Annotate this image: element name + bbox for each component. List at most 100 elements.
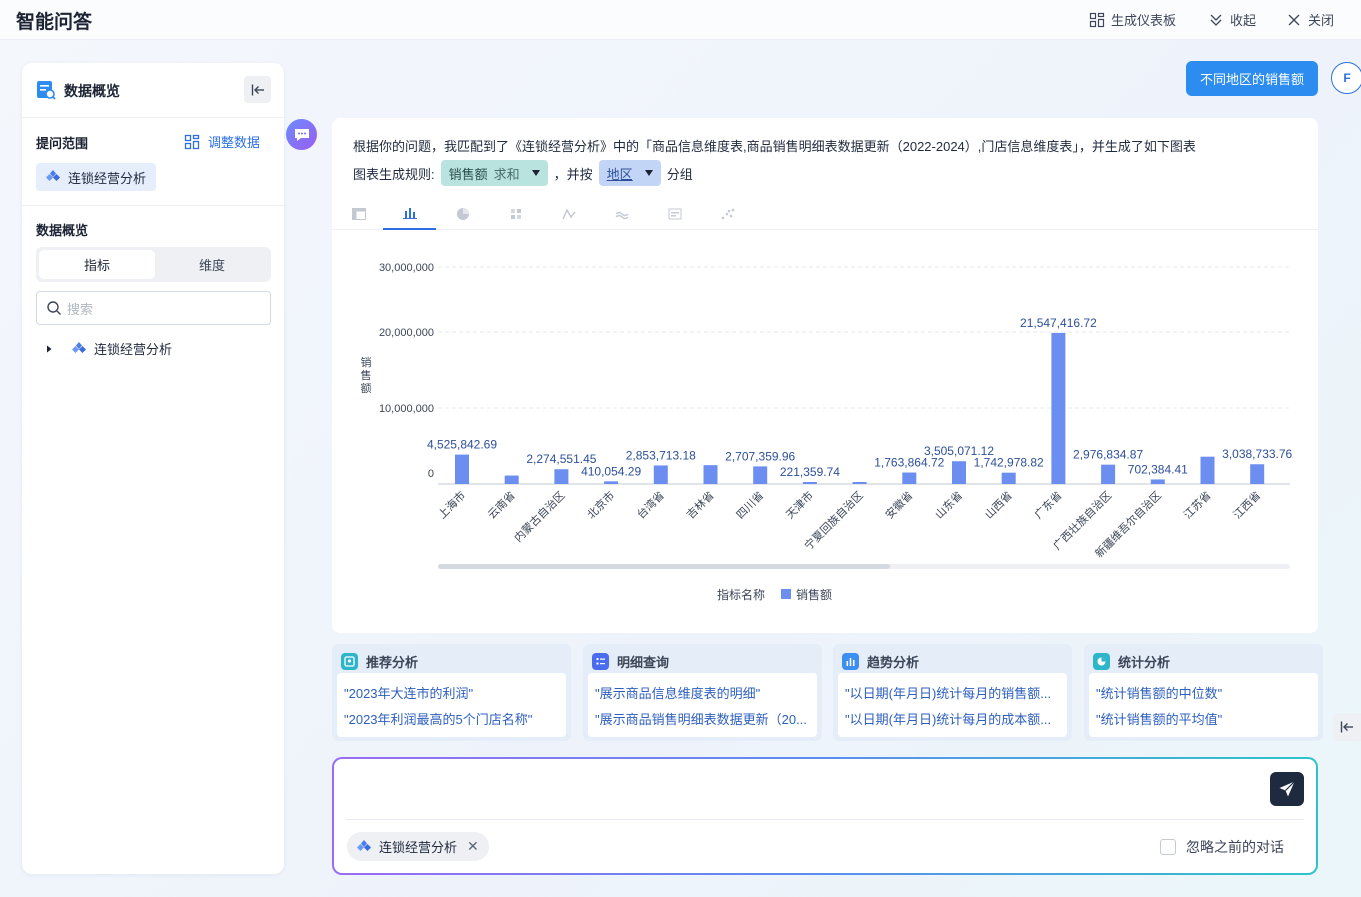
collapse-panel-button[interactable] [244, 76, 271, 103]
chart-tab-heatmap[interactable] [489, 198, 542, 230]
x-tick-label: 北京市 [584, 488, 617, 521]
x-tick-label: 江苏省 [1181, 489, 1214, 522]
data-label: 2,976,834.87 [1073, 448, 1143, 462]
x-tick-label: 内蒙古自治区 [511, 488, 568, 545]
x-tick-label: 吉林省 [683, 488, 716, 521]
y-axis-label: 售 [361, 368, 372, 382]
suggestion-item[interactable]: "以日期(年月日)统计每月的成本额... [845, 709, 1063, 728]
x-tick-label: 安徽省 [882, 488, 915, 521]
chart-tab-pie[interactable] [436, 198, 489, 230]
collapse-label: 收起 [1230, 13, 1257, 28]
suggestion-item[interactable]: "2023年利润最高的5个门店名称" [344, 709, 562, 728]
bar [802, 482, 817, 484]
bar [1001, 472, 1016, 484]
data-label: 1,742,978.82 [974, 456, 1044, 470]
adjust-data-label: 调整数据 [208, 135, 261, 150]
data-label: 3,038,733.76 [1222, 447, 1292, 461]
bar [504, 475, 519, 484]
panel-title: 数据概览 [64, 83, 120, 99]
bar [1150, 479, 1165, 484]
chart-tab-area[interactable] [595, 198, 648, 230]
app-title: 智能问答 [16, 12, 93, 33]
detail-icon [592, 653, 609, 670]
close-icon[interactable]: ✕ [467, 838, 479, 855]
data-label: 410,054.29 [581, 464, 641, 478]
ignore-history-checkbox[interactable] [1160, 839, 1176, 855]
dashboard-icon [1089, 12, 1105, 27]
chart-rule-row: 图表生成规则: 销售额 求和 ，并按 地区 分组 [353, 160, 693, 186]
search-input[interactable] [67, 298, 262, 320]
chat-input[interactable] [348, 771, 1248, 811]
suggestion-item[interactable]: "统计销售额的中位数" [1096, 683, 1314, 702]
suggestion-header: 趋势分析 [842, 652, 919, 671]
suggestion-item[interactable]: "展示商品信息维度表的明细" [595, 683, 813, 702]
suggestion-item[interactable]: "统计销售额的平均值" [1096, 709, 1314, 728]
table-icon [351, 208, 366, 220]
suggestion-title: 趋势分析 [867, 655, 920, 670]
question-scope-label: 提问范围 [36, 136, 89, 151]
chart-type-tabs [332, 198, 1318, 230]
measure-select[interactable]: 销售额 求和 [440, 160, 548, 186]
chart-tab-scatter[interactable] [701, 198, 754, 230]
collapse-left-icon [1340, 721, 1353, 733]
chat-input-box: 连锁经营分析 ✕ 忽略之前的对话 [332, 757, 1318, 875]
tab-metrics[interactable]: 指标 [39, 250, 155, 279]
suggestion-title: 统计分析 [1118, 655, 1171, 670]
x-tick-label: 山东省 [933, 489, 966, 522]
and-by-label: ，并按 [553, 166, 593, 182]
line-chart-icon [561, 208, 576, 220]
x-tick-label: 四川省 [734, 489, 767, 522]
suggestion-title: 推荐分析 [366, 655, 419, 670]
side-panel-toggle-button[interactable] [1333, 713, 1361, 741]
bar-chart-icon [402, 208, 417, 219]
caret-right-icon[interactable] [44, 344, 54, 354]
data-label: 2,853,713.18 [626, 448, 696, 462]
search-icon [47, 301, 61, 315]
input-divider [346, 819, 1304, 820]
scatter-chart-icon [721, 208, 734, 220]
kpi-chart-icon [668, 208, 681, 220]
generate-dashboard-button[interactable]: 生成仪表板 [1089, 10, 1176, 29]
data-label: 221,359.74 [780, 465, 840, 479]
legend-label: 销售额 [796, 587, 832, 602]
x-tick-label: 江西省 [1231, 489, 1264, 522]
divider [22, 205, 284, 206]
caret-down-icon [644, 170, 653, 176]
collapse-button[interactable]: 收起 [1208, 10, 1256, 29]
trend-icon [842, 653, 859, 670]
dataset-icon [72, 341, 86, 353]
chart-tab-line[interactable] [542, 198, 595, 230]
ignore-history-option[interactable]: 忽略之前的对话 [1160, 837, 1284, 857]
dimension-select[interactable]: 地区 [598, 160, 661, 186]
adjust-data-button[interactable]: 调整数据 [184, 132, 260, 151]
chart-scrollbar-thumb [438, 564, 890, 569]
y-tick-label: 30,000,000 [379, 262, 434, 274]
bar [753, 466, 768, 484]
bar [852, 482, 867, 484]
send-button[interactable] [1270, 772, 1304, 806]
suggestion-item[interactable]: "2023年大连市的利润" [344, 683, 562, 702]
bar [554, 469, 569, 484]
suggestion-item[interactable]: "以日期(年月日)统计每月的销售额... [845, 683, 1063, 702]
y-axis-label: 销 [361, 355, 372, 369]
group-suffix-label: 分组 [666, 166, 693, 182]
chart-tab-table[interactable] [332, 198, 385, 230]
tree-item-dataset[interactable]: 连锁经营分析 [44, 339, 172, 358]
suggestion-item[interactable]: "展示商品销售明细表数据更新（20... [595, 709, 813, 728]
legend-swatch [781, 589, 791, 599]
suggestion-card-trend: 趋势分析 "以日期(年月日)统计每月的销售额... "以日期(年月日)统计每月的… [833, 644, 1072, 741]
scope-tag[interactable]: 连锁经营分析 [36, 163, 157, 191]
chart-tab-kpi[interactable] [648, 198, 701, 230]
suggestion-list: "展示商品信息维度表的明细" "展示商品销售明细表数据更新（20... [588, 673, 817, 737]
y-axis-label: 额 [361, 382, 372, 395]
tree-item-label: 连锁经营分析 [94, 342, 173, 357]
close-button[interactable]: 关闭 [1286, 10, 1334, 29]
dimension-label: 地区 [606, 166, 633, 182]
user-question-bubble: 不同地区的销售额 [1186, 61, 1318, 96]
x-tick-label: 上海市 [435, 488, 468, 521]
chart-tab-bar[interactable] [383, 198, 436, 230]
recommend-icon [341, 653, 358, 670]
bar [455, 454, 469, 484]
tab-dimensions[interactable]: 维度 [154, 250, 270, 279]
suggestion-list: "以日期(年月日)统计每月的销售额... "以日期(年月日)统计每月的成本额..… [838, 673, 1067, 737]
